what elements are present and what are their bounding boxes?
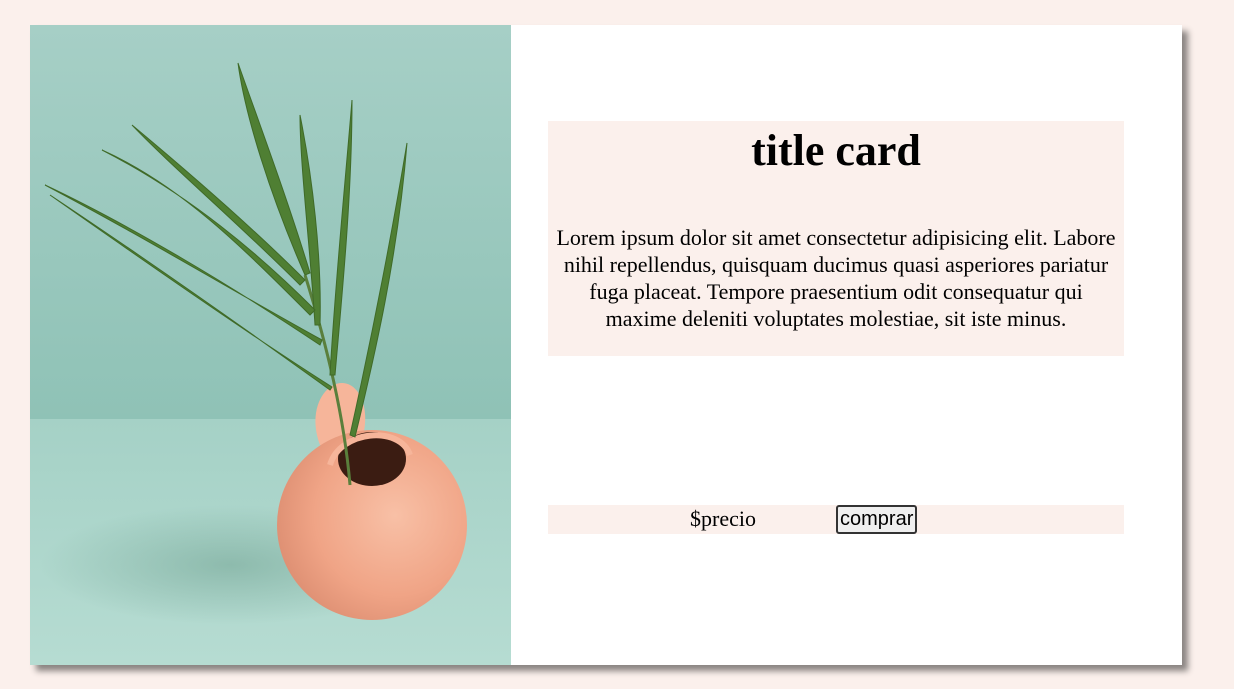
price-label: $precio [690, 506, 756, 531]
plant-vase-photo [30, 25, 511, 665]
product-card: title card Lorem ipsum dolor sit amet co… [30, 25, 1182, 665]
card-body: title card Lorem ipsum dolor sit amet co… [511, 25, 1182, 665]
buy-button[interactable]: comprar [836, 505, 918, 534]
price-bar: $precio comprar [548, 505, 1124, 534]
card-text-box: title card Lorem ipsum dolor sit amet co… [548, 121, 1124, 356]
card-description: Lorem ipsum dolor sit amet consectetur a… [556, 225, 1116, 331]
card-title: title card [751, 126, 921, 175]
product-image [30, 25, 511, 665]
